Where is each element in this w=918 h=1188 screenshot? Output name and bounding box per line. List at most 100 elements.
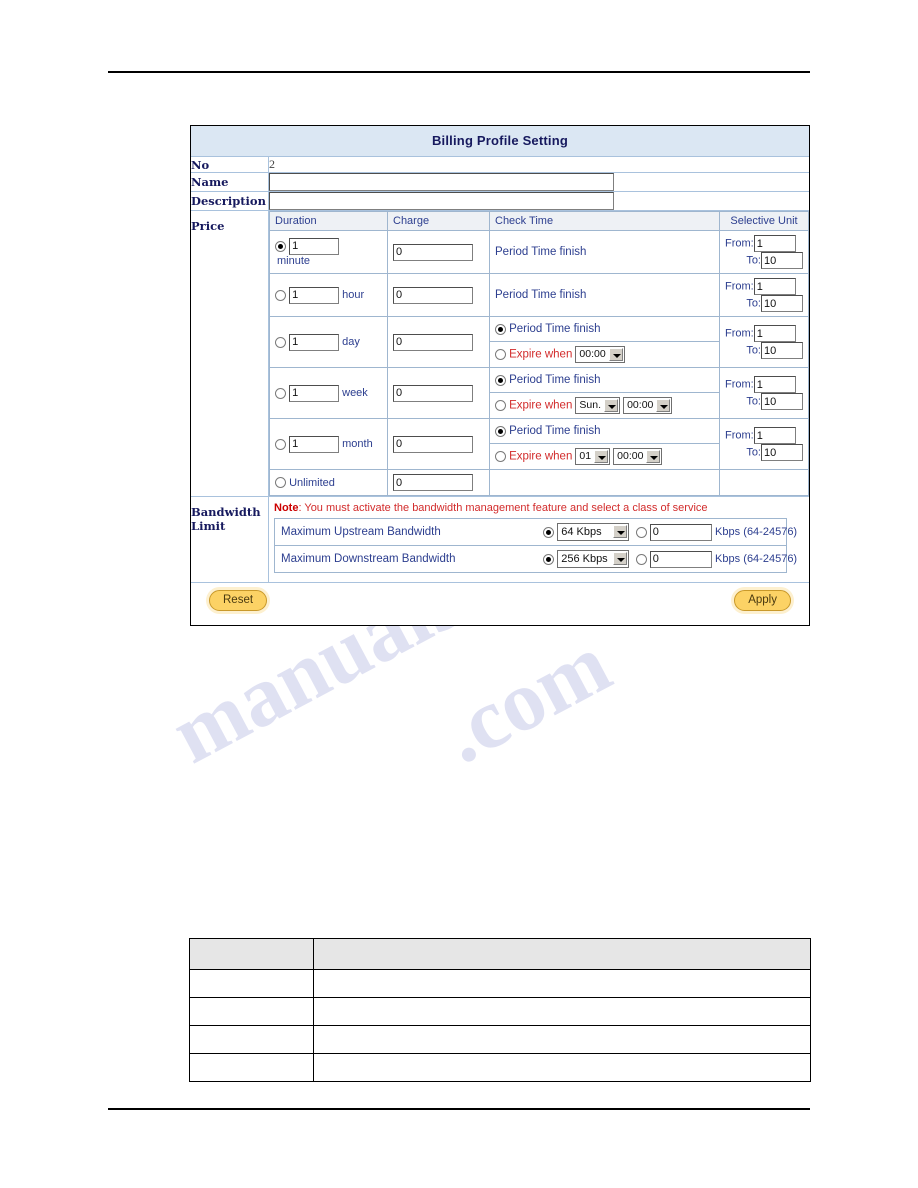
check-time-cell-week: Period Time finish Expire when Sun. 00:0…	[489, 367, 720, 419]
description-header-col-0	[189, 938, 314, 970]
expire-select-month-0[interactable]: 01	[575, 448, 611, 465]
chevron-down-icon	[613, 552, 628, 565]
bandwidth-row-controls-1: 256 Kbps Kbps (64-24576)	[537, 546, 797, 573]
check-time-cell-unlimited	[489, 469, 720, 496]
description-cell-3-0	[189, 1053, 314, 1082]
selective-to-input-month[interactable]	[761, 444, 803, 461]
duration-cell-week: week	[269, 367, 388, 419]
expire-select-day-0-value: 00:00	[579, 348, 606, 360]
selective-unit-cell-minute: From:To:	[719, 230, 809, 274]
description-cell-1-0	[189, 997, 314, 1026]
charge-cell-hour	[387, 273, 490, 317]
charge-cell-month	[387, 418, 490, 470]
expire-select-week-0-value: Sun.	[579, 399, 602, 411]
check-period-label-week: Period Time finish	[509, 374, 601, 386]
duration-cell-day: day	[269, 316, 388, 368]
bandwidth-unit-1: Kbps	[715, 553, 741, 566]
charge-input-hour[interactable]	[393, 286, 473, 304]
button-bar: Reset Apply	[191, 583, 809, 625]
radio-period-day[interactable]	[495, 323, 506, 335]
charge-input-minute[interactable]	[393, 243, 473, 261]
name-input[interactable]	[269, 173, 614, 191]
description-table-row	[189, 1025, 811, 1054]
selective-from-input-week[interactable]	[753, 376, 796, 393]
duration-qty-month[interactable]	[289, 435, 340, 453]
radio-month[interactable]	[275, 438, 286, 450]
description-table-row	[189, 969, 811, 998]
radio-hour[interactable]	[275, 289, 286, 301]
radio-expire-day[interactable]	[495, 349, 506, 360]
selective-to-hour: To:	[725, 295, 803, 312]
expire-select-month-1[interactable]: 00:00	[613, 448, 663, 465]
price-row-minute: minute Period Time finish From:To:	[269, 230, 809, 274]
duration-cell-unlimited: Unlimited	[269, 469, 388, 496]
selective-to-day: To:	[725, 342, 803, 359]
selective-to-input-day[interactable]	[761, 342, 803, 359]
selective-to-input-week[interactable]	[761, 393, 803, 410]
radio-period-week[interactable]	[495, 374, 506, 386]
form-row-bandwidth: Bandwidth Limit Note: You must activate …	[191, 496, 809, 583]
bandwidth-preset-select-0[interactable]: 64 Kbps	[557, 523, 630, 541]
duration-qty-hour[interactable]	[289, 286, 340, 304]
check-time-cell-month: Period Time finish Expire when 01 00:00	[489, 418, 720, 470]
charge-cell-week	[387, 367, 490, 419]
expire-select-month-0-value: 01	[579, 450, 592, 462]
selective-to-input-hour[interactable]	[761, 295, 803, 312]
expire-label-day: Expire when	[509, 348, 573, 361]
reset-button[interactable]: Reset	[209, 590, 268, 611]
selective-from-input-day[interactable]	[753, 325, 796, 342]
selective-unit-cell-unlimited	[720, 470, 809, 496]
price-row-day: day Period Time finish Expire when 00:00…	[269, 316, 809, 368]
page-header-rule	[108, 71, 810, 73]
charge-cell-day	[387, 316, 490, 368]
charge-input-day[interactable]	[393, 333, 473, 351]
expire-select-week-1-value: 00:00	[627, 399, 654, 411]
radio-bandwidth-preset-0[interactable]	[543, 526, 554, 538]
radio-expire-week[interactable]	[495, 400, 506, 411]
bandwidth-preset-select-0-value: 64 Kbps	[561, 526, 602, 538]
radio-period-month[interactable]	[495, 425, 506, 437]
apply-button[interactable]: Apply	[734, 590, 791, 611]
form-table: No 2 Name Description Price Duration Cha…	[191, 157, 809, 625]
check-time-cell-minute: Period Time finish	[489, 230, 720, 274]
radio-bandwidth-preset-1[interactable]	[543, 553, 554, 565]
duration-unit-day: day	[342, 336, 360, 348]
charge-input-month[interactable]	[393, 435, 473, 453]
selective-from-input-minute[interactable]	[753, 235, 796, 252]
duration-qty-minute[interactable]	[289, 237, 340, 255]
selective-unit-cell-hour: From:To:	[719, 273, 809, 317]
col-check-time: Check Time	[489, 211, 720, 231]
duration-qty-day[interactable]	[289, 333, 340, 351]
selective-from-input-hour[interactable]	[753, 278, 796, 295]
expire-select-week-1[interactable]: 00:00	[623, 397, 673, 414]
selective-from-input-month[interactable]	[753, 427, 796, 444]
description-input[interactable]	[269, 192, 614, 210]
selective-to-input-minute[interactable]	[761, 252, 803, 269]
description-table-header	[189, 938, 811, 970]
radio-bandwidth-custom-0[interactable]	[635, 526, 647, 538]
radio-unlimited[interactable]	[275, 477, 286, 489]
chevron-down-icon	[613, 525, 628, 538]
radio-minute[interactable]	[275, 240, 286, 252]
radio-expire-month[interactable]	[495, 451, 506, 462]
expire-select-day-0[interactable]: 00:00	[575, 346, 625, 363]
bandwidth-note: Note: You must activate the bandwidth ma…	[269, 497, 803, 516]
bandwidth-custom-input-0[interactable]	[649, 523, 712, 541]
radio-bandwidth-custom-1[interactable]	[635, 553, 647, 565]
form-row-name: Name	[191, 172, 809, 192]
chevron-down-icon	[604, 399, 619, 412]
expire-label-month: Expire when	[509, 450, 573, 463]
charge-input-week[interactable]	[393, 384, 473, 402]
description-cell-2-0	[189, 1025, 314, 1054]
bandwidth-preset-select-1[interactable]: 256 Kbps	[557, 550, 630, 568]
charge-input-unlimited[interactable]	[393, 474, 473, 491]
duration-qty-week[interactable]	[289, 384, 340, 402]
bandwidth-label: Bandwidth Limit	[191, 496, 269, 583]
bandwidth-table: Maximum Upstream Bandwidth 64 Kbps Kbps …	[274, 518, 797, 573]
selective-from-week: From:	[725, 376, 803, 393]
bandwidth-custom-input-1[interactable]	[649, 550, 712, 568]
description-cell-0-1	[313, 969, 811, 998]
expire-select-week-0[interactable]: Sun.	[575, 397, 621, 414]
radio-day[interactable]	[275, 336, 286, 348]
radio-week[interactable]	[275, 387, 286, 399]
